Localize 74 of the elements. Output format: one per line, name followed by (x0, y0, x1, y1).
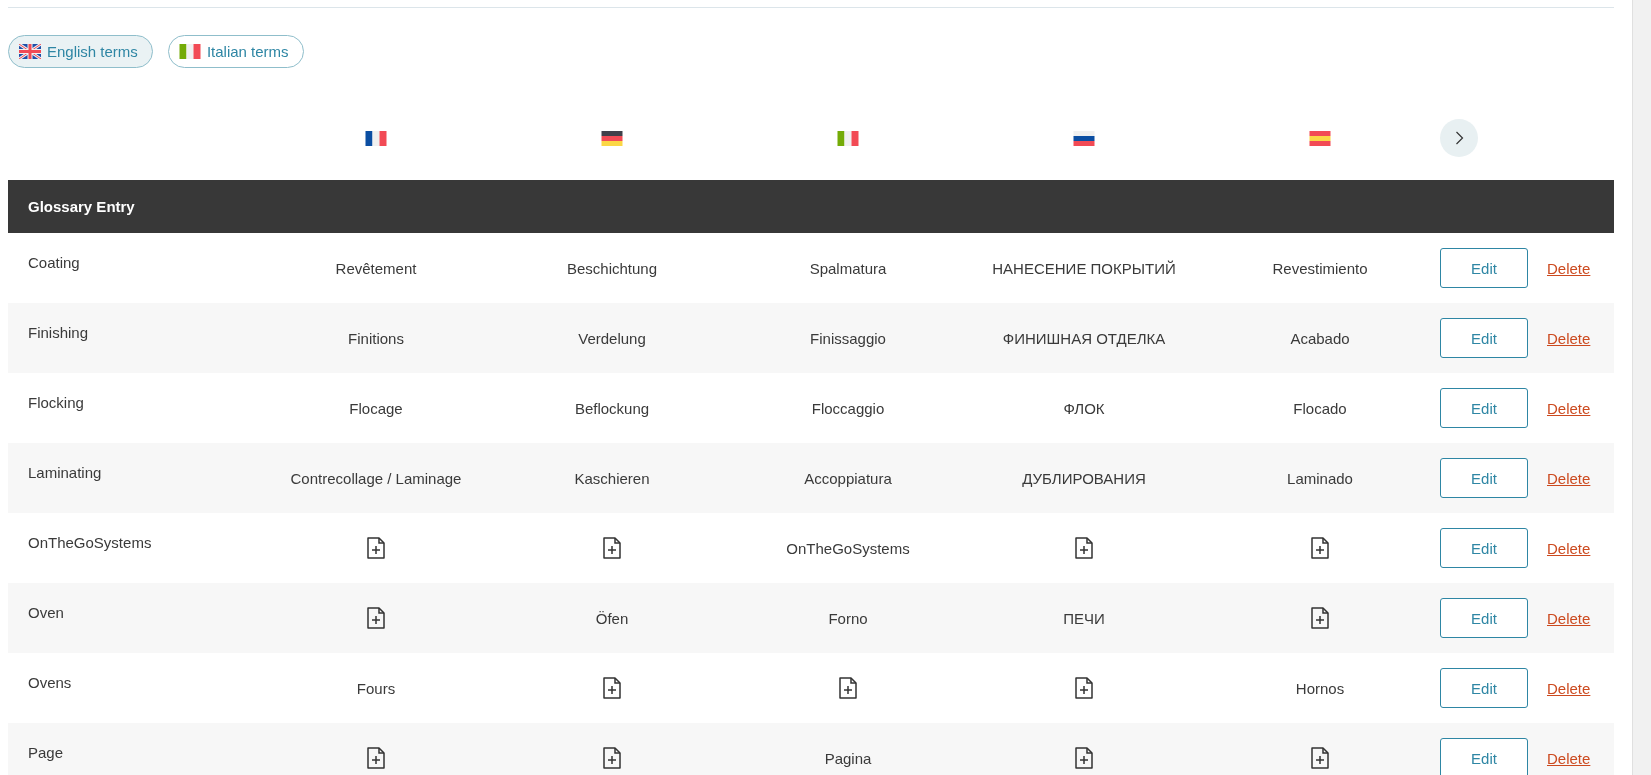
edit-button[interactable]: Edit (1440, 528, 1528, 568)
add-document-icon[interactable] (603, 537, 621, 559)
flag-icon[interactable] (1073, 130, 1095, 146)
add-document-icon[interactable] (603, 677, 621, 699)
flag-icon[interactable] (601, 130, 623, 146)
translation-text: ПЕЧИ (1063, 609, 1105, 627)
delete-link[interactable]: Delete (1547, 749, 1591, 767)
translation-text: Revestimiento (1272, 259, 1368, 277)
glossary-entry: Laminating (28, 464, 102, 481)
delete-link[interactable]: Delete (1547, 259, 1591, 277)
translation-text: Finissaggio (810, 329, 886, 347)
translation-text: Flocado (1293, 399, 1347, 417)
translation-text: Hornos (1295, 679, 1345, 697)
edit-button[interactable]: Edit (1440, 738, 1528, 775)
delete-link[interactable]: Delete (1547, 329, 1591, 347)
translation-text: Forno (828, 609, 868, 627)
glossary-entry: Flocking (28, 394, 84, 411)
delete-link[interactable]: Delete (1547, 539, 1591, 557)
glossary-entry: Oven (28, 604, 64, 621)
translation-text: Kaschieren (574, 469, 650, 487)
translation-text: Acabado (1290, 329, 1350, 347)
column-header: Glossary Entry (28, 198, 135, 215)
flag-icon (178, 44, 201, 59)
translation-text: Beschichtung (566, 259, 658, 277)
term-filter-button[interactable]: English terms (8, 35, 153, 68)
delete-link[interactable]: Delete (1547, 679, 1591, 697)
translation-text: ДУБЛИРОВАНИЯ (1022, 469, 1146, 487)
glossary-entry: OnTheGoSystems (28, 534, 152, 551)
add-document-icon[interactable] (1311, 607, 1329, 629)
edit-button[interactable]: Edit (1440, 458, 1528, 498)
glossary-entry: Finishing (28, 324, 89, 341)
add-document-icon[interactable] (1075, 677, 1093, 699)
edit-button[interactable]: Edit (1440, 598, 1528, 638)
translation-text: Accoppiatura (804, 469, 892, 487)
flag-icon[interactable] (365, 130, 387, 146)
add-document-icon[interactable] (367, 537, 385, 559)
add-document-icon[interactable] (367, 747, 385, 769)
translation-text: Öfen (595, 609, 629, 627)
translation-text: Beflockung (574, 399, 650, 417)
edit-button[interactable]: Edit (1440, 248, 1528, 288)
translation-text: Fours (356, 679, 396, 697)
add-document-icon[interactable] (603, 747, 621, 769)
delete-link[interactable]: Delete (1547, 469, 1591, 487)
glossary-entry: Ovens (28, 674, 72, 691)
glossary-entry: Coating (28, 254, 80, 271)
translation-text: Floccaggio (811, 399, 885, 417)
add-document-icon[interactable] (367, 607, 385, 629)
edit-button[interactable]: Edit (1440, 388, 1528, 428)
add-document-icon[interactable] (1075, 747, 1093, 769)
glossary-entry: Page (28, 744, 64, 761)
add-document-icon[interactable] (839, 677, 857, 699)
edit-button[interactable]: Edit (1440, 318, 1528, 358)
delete-link[interactable]: Delete (1547, 399, 1591, 417)
translation-text: Flocage (349, 399, 403, 417)
delete-link[interactable]: Delete (1547, 609, 1591, 627)
translation-text: Contrecollage / Laminage (290, 469, 462, 487)
add-document-icon[interactable] (1075, 537, 1093, 559)
chevron-right-icon (1454, 130, 1464, 146)
translation-text: Revêtement (335, 259, 417, 277)
translation-text: OnTheGoSystems (786, 539, 910, 557)
add-document-icon[interactable] (1311, 537, 1329, 559)
scrollbar-track[interactable] (1632, 0, 1651, 775)
translation-text: Spalmatura (809, 259, 887, 277)
translation-text: Laminado (1287, 469, 1353, 487)
flag-icon (19, 44, 41, 59)
translation-text: Finitions (348, 329, 404, 347)
edit-button[interactable]: Edit (1440, 668, 1528, 708)
add-document-icon[interactable] (1311, 747, 1329, 769)
translation-text: Verdelung (578, 329, 646, 347)
translation-text: ФЛОК (1063, 399, 1105, 417)
translation-text: НАНЕСЕНИЕ ПОКРЫТИЙ (992, 259, 1176, 277)
translation-text: ФИНИШНАЯ ОТДЕЛКА (1002, 329, 1166, 347)
translation-text: Pagina (824, 749, 872, 767)
term-filter-button[interactable]: Italian terms (167, 35, 304, 68)
